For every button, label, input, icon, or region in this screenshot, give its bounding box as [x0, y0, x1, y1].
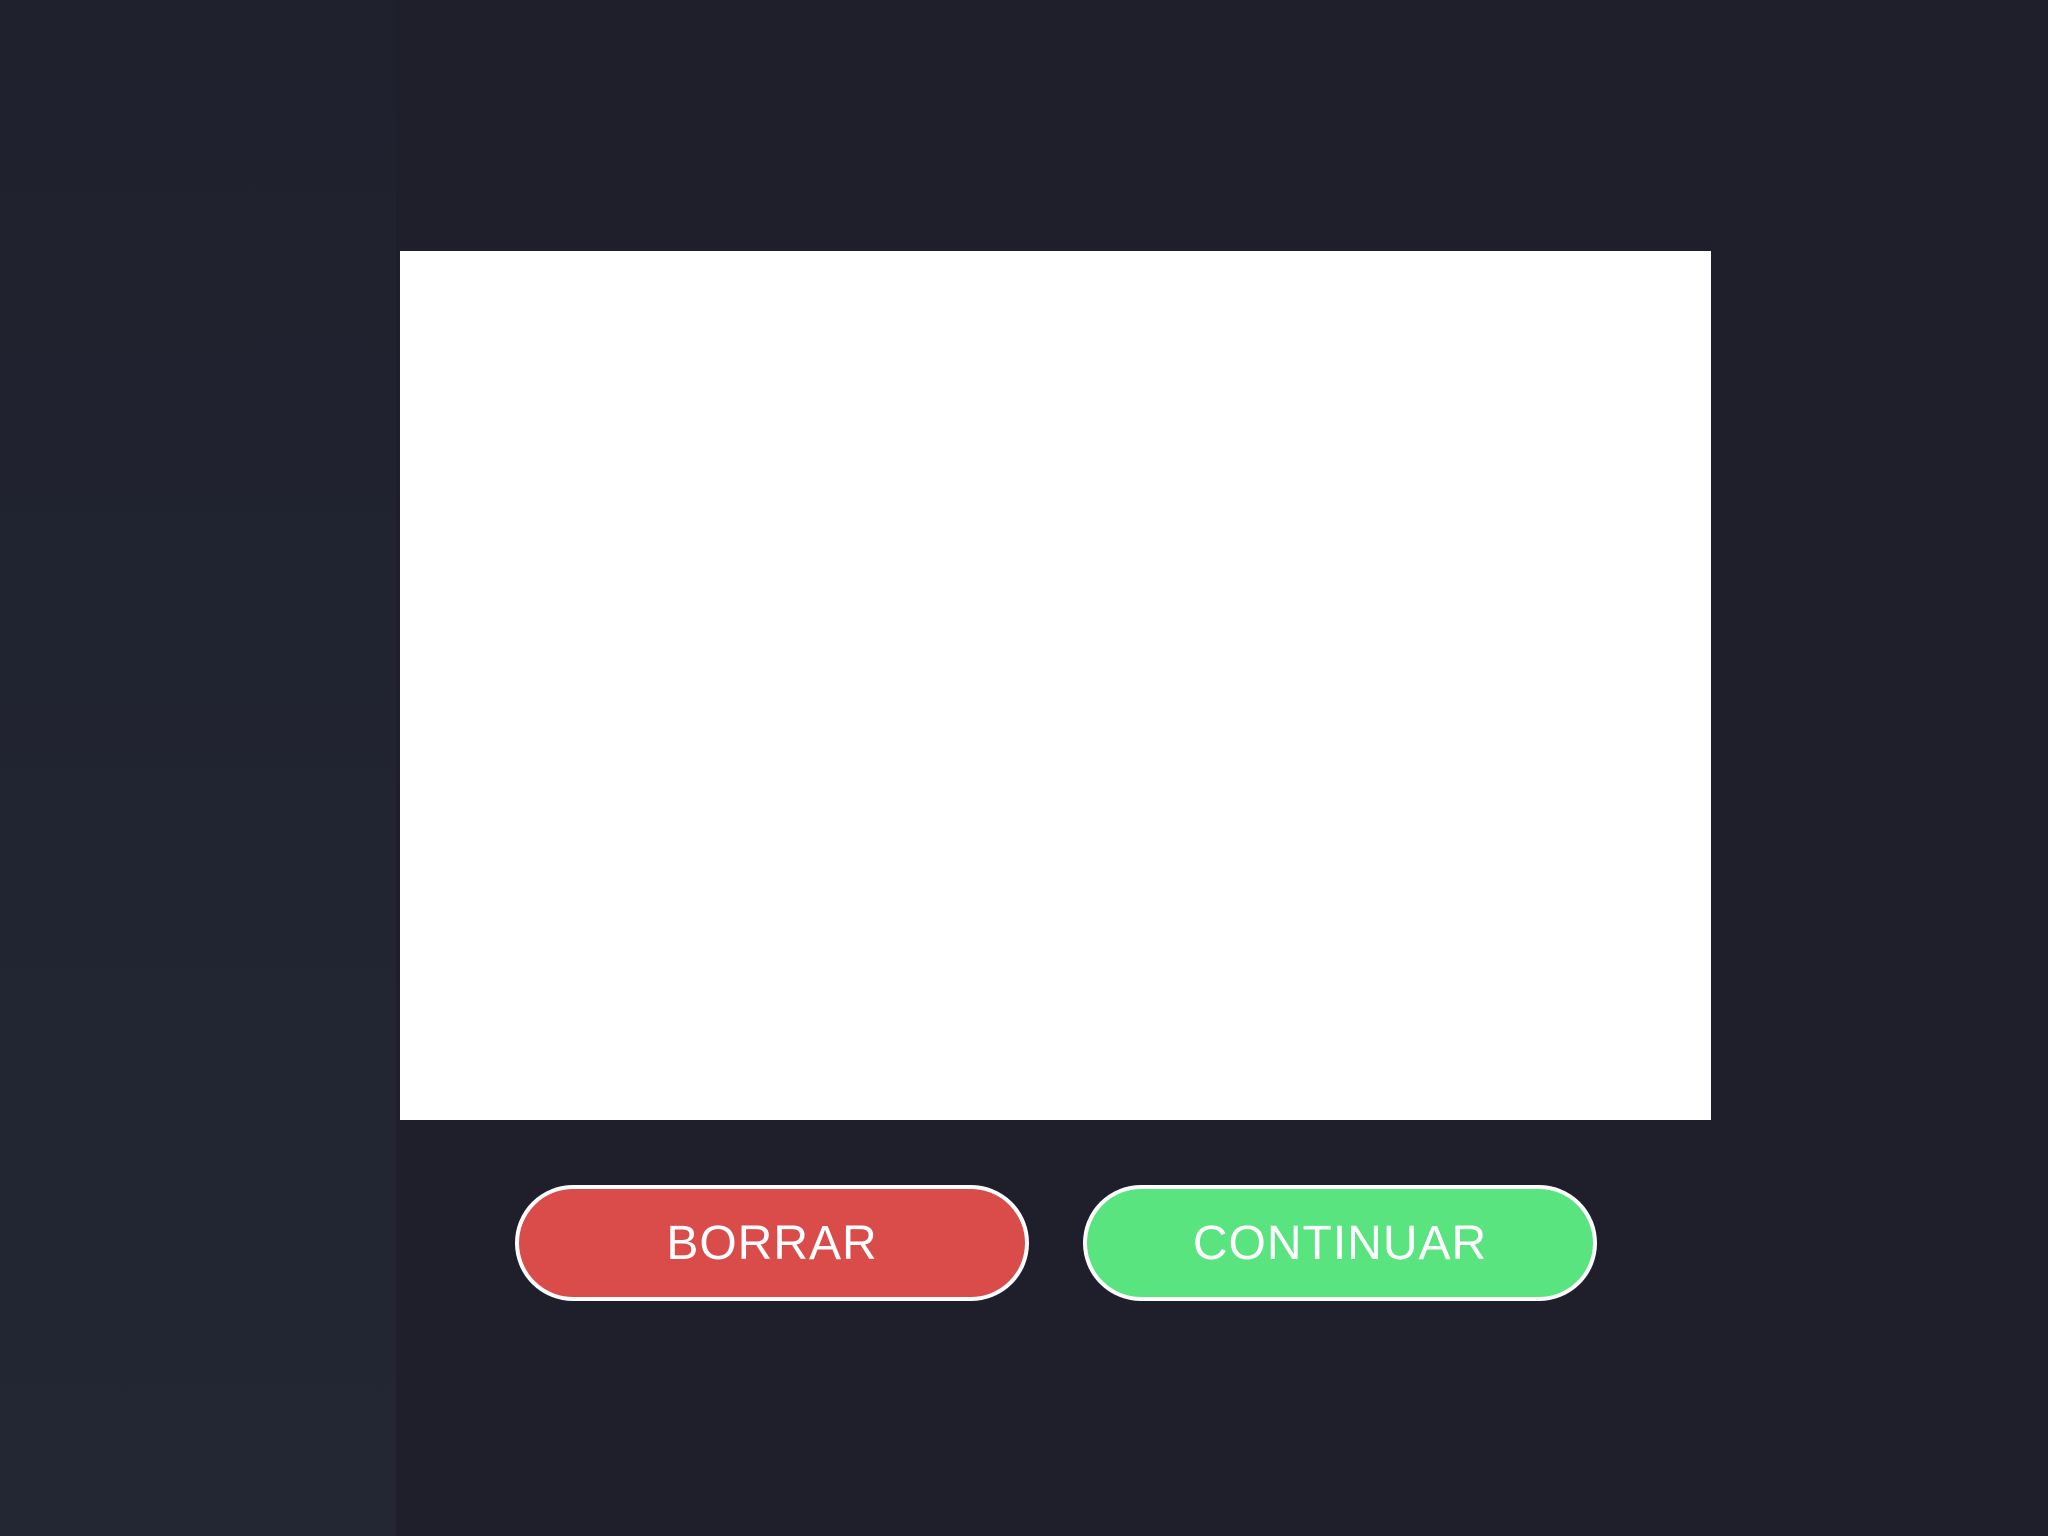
left-background-strip: [0, 0, 396, 1536]
drawing-canvas[interactable]: [400, 251, 1711, 1120]
continue-button[interactable]: CONTINUAR: [1083, 1185, 1597, 1301]
clear-button[interactable]: BORRAR: [515, 1185, 1029, 1301]
